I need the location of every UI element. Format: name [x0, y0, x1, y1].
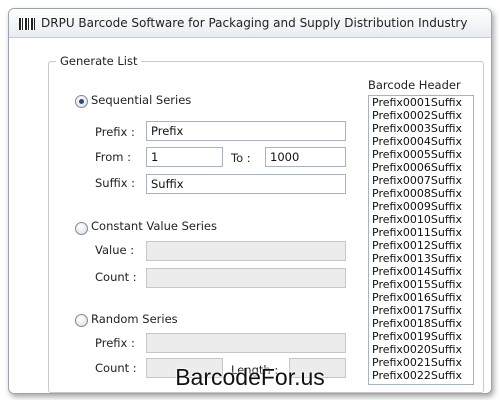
- title-bar[interactable]: DRPU Barcode Software for Packaging and …: [9, 9, 491, 38]
- suffix-label: Suffix :: [95, 176, 136, 190]
- barcode-header-label: Barcode Header: [368, 78, 461, 92]
- from-label: From :: [95, 150, 132, 164]
- list-item[interactable]: Prefix0016Suffix: [369, 291, 473, 304]
- sequential-series-label: Sequential Series: [91, 93, 192, 107]
- barcode-icon: [19, 18, 35, 30]
- list-item[interactable]: Prefix0014Suffix: [369, 265, 473, 278]
- list-item[interactable]: Prefix0001Suffix: [369, 96, 473, 109]
- list-item[interactable]: Prefix0019Suffix: [369, 330, 473, 343]
- constant-count-input[interactable]: [146, 268, 346, 288]
- list-item[interactable]: Prefix0010Suffix: [369, 213, 473, 226]
- list-item[interactable]: Prefix0011Suffix: [369, 226, 473, 239]
- list-item[interactable]: Prefix0017Suffix: [369, 304, 473, 317]
- prefix-input[interactable]: Prefix: [146, 121, 346, 141]
- list-item[interactable]: Prefix0006Suffix: [369, 161, 473, 174]
- list-item[interactable]: Prefix0004Suffix: [369, 135, 473, 148]
- window-title: DRPU Barcode Software for Packaging and …: [41, 16, 468, 30]
- random-prefix-input[interactable]: [146, 333, 346, 353]
- random-series-radio[interactable]: [75, 314, 88, 327]
- sequential-series-radio[interactable]: [75, 95, 88, 108]
- watermark: BarcodeFor.us: [175, 364, 325, 390]
- list-item[interactable]: Prefix0002Suffix: [369, 109, 473, 122]
- random-series-label: Random Series: [91, 312, 178, 326]
- list-item[interactable]: Prefix0007Suffix: [369, 174, 473, 187]
- constant-value-series-radio[interactable]: [75, 222, 88, 235]
- list-item[interactable]: Prefix0013Suffix: [369, 252, 473, 265]
- to-input[interactable]: 1000: [265, 147, 346, 167]
- main-panel: Generate List Sequential Series Prefix :…: [9, 38, 491, 393]
- to-label: To :: [231, 151, 251, 165]
- generate-list-label: Generate List: [56, 54, 142, 68]
- constant-count-label: Count :: [95, 270, 137, 284]
- app-window: DRPU Barcode Software for Packaging and …: [8, 8, 492, 394]
- suffix-input[interactable]: Suffix: [146, 174, 346, 194]
- list-item[interactable]: Prefix0009Suffix: [369, 200, 473, 213]
- list-item[interactable]: Prefix0018Suffix: [369, 317, 473, 330]
- list-item[interactable]: Prefix0008Suffix: [369, 187, 473, 200]
- value-input[interactable]: [146, 241, 346, 261]
- list-item[interactable]: Prefix0015Suffix: [369, 278, 473, 291]
- prefix-label: Prefix :: [95, 125, 135, 139]
- random-prefix-label: Prefix :: [95, 336, 135, 350]
- barcode-header-list[interactable]: Prefix0001Suffix Prefix0002Suffix Prefix00…: [368, 95, 474, 385]
- list-item[interactable]: Prefix0003Suffix: [369, 122, 473, 135]
- value-label: Value :: [95, 243, 135, 257]
- constant-value-series-label: Constant Value Series: [91, 219, 217, 233]
- list-item[interactable]: Prefix0005Suffix: [369, 148, 473, 161]
- from-input[interactable]: 1: [146, 147, 223, 167]
- list-item[interactable]: Prefix0012Suffix: [369, 239, 473, 252]
- list-item[interactable]: Prefix0020Suffix: [369, 343, 473, 356]
